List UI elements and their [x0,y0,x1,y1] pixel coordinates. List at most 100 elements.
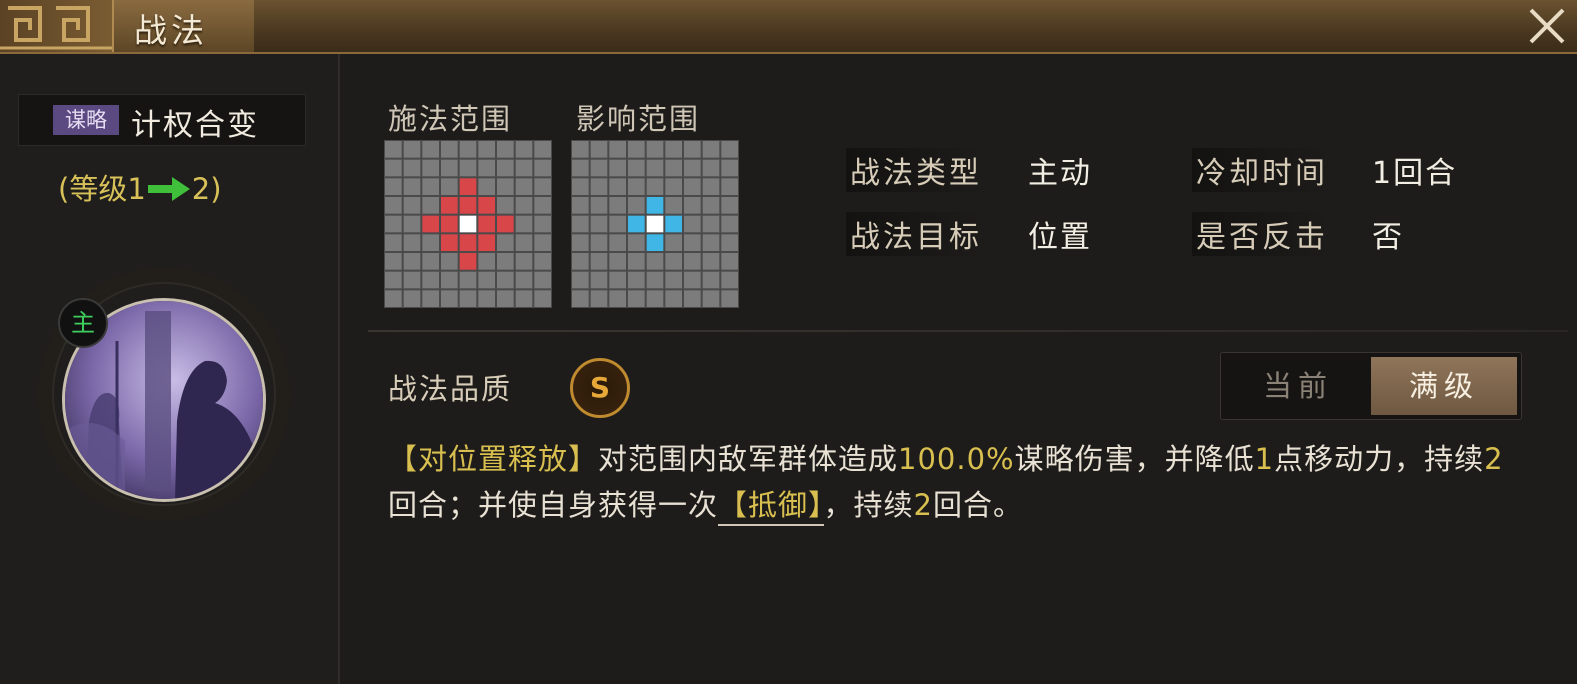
cast-range-cell [441,141,458,158]
cast-range-cell [478,271,495,289]
cast-range-cell [459,141,477,158]
close-button[interactable] [1525,4,1569,48]
effect-range-cell [665,290,682,307]
effect-range-cell [646,253,664,270]
cast-range-cell [403,234,421,251]
effect-range-cell [721,159,738,177]
effect-range-cell [684,141,701,158]
effect-range-cell [572,197,589,214]
cast-range-cell [422,141,439,158]
effect-range-cell [721,215,738,233]
effect-range-cell [702,178,720,195]
skill-type-tag: 谋略 [53,105,119,135]
desc-text: 点移动力，持续 [1274,442,1485,476]
cast-range-cell [385,197,402,214]
effect-range-cell [609,215,626,233]
cast-range-cell [478,178,495,195]
effect-range-cell [590,215,608,233]
effect-range-cell [684,234,701,251]
effect-range-cell [628,141,645,158]
cast-range-cell [534,178,551,195]
effect-range-cell [665,178,682,195]
skill-description: 【对位置释放】对范围内敌军群体造成100.0%谋略伤害，并降低1点移动力，持续2… [388,436,1518,528]
desc-duration-value: 2 [1484,442,1504,476]
effect-range-cell [665,234,682,251]
level-upgrade: (等级1 2) [58,166,222,208]
header-ornament [0,0,112,52]
cast-range-cell [534,159,551,177]
cast-range-cell [497,271,514,289]
effect-range-cell [609,159,626,177]
cast-range-cell [515,159,533,177]
buff-link[interactable]: 【抵御】 [718,488,824,526]
effect-range-cell [684,271,701,289]
effect-range-grid [571,140,739,308]
cast-range-cell [478,253,495,270]
cast-range-cell [515,215,533,233]
effect-range-cell [702,197,720,214]
cast-range-cell [515,253,533,270]
cast-range-cell [385,141,402,158]
cast-range-active-cell [459,253,477,270]
cast-range-active-cell [459,178,477,195]
cast-range-cell [515,141,533,158]
effect-range-cell [702,234,720,251]
cast-range-cell [385,159,402,177]
quality-grade-badge: S [570,358,630,418]
desc-text: 回合。 [933,488,1024,522]
effect-range-cell [572,290,589,307]
effect-range-cell [721,234,738,251]
cast-range-cell [403,253,421,270]
header-bar: 战法 [0,0,1577,54]
effect-range-cell [628,197,645,214]
effect-range-cell [609,290,626,307]
skill-target-label: 战法目标 [846,212,986,256]
cast-range-active-cell [478,234,495,251]
cast-range-cell [441,178,458,195]
cast-range-cell [534,253,551,270]
effect-range-cell [609,271,626,289]
effect-range-cell [721,253,738,270]
tab-max-level[interactable]: 满级 [1371,357,1517,415]
cast-range-cell [534,215,551,233]
cast-range-cell [534,290,551,307]
cast-range-cell [422,253,439,270]
cast-range-active-cell [441,197,458,214]
cast-range-cell [422,197,439,214]
cast-range-cell [403,197,421,214]
effect-range-cell [646,141,664,158]
effect-range-cell [609,253,626,270]
effect-range-cell [684,215,701,233]
effect-range-cell [665,159,682,177]
level-to: 2) [191,172,222,206]
effect-range-cell [609,197,626,214]
counterattack-label: 是否反击 [1192,212,1332,256]
effect-range-cell [684,197,701,214]
cast-range-active-cell [441,215,458,233]
effect-range-cell [590,253,608,270]
effect-range-cell [684,253,701,270]
effect-range-cell [721,178,738,195]
effect-range-cell [628,159,645,177]
cast-range-cell [515,197,533,214]
effect-range-cell [702,215,720,233]
effect-range-cell [702,159,720,177]
desc-damage-value: 100.0% [898,442,1015,476]
desc-text: ，持续 [823,488,914,522]
effect-range-cell [721,290,738,307]
desc-reduce-value: 1 [1254,442,1275,476]
cast-range-cell [534,141,551,158]
effect-range-cell [702,271,720,289]
cast-range-cell [497,197,514,214]
effect-range-label: 影响范围 [576,102,701,136]
effect-range-cell [646,159,664,177]
skill-name: 计权合变 [131,108,259,143]
effect-range-cell [665,197,682,214]
tab-current[interactable]: 当前 [1225,357,1371,415]
cast-range-cell [459,159,477,177]
section-divider [368,330,1568,332]
cast-range-active-cell [422,215,439,233]
cast-range-cell [497,253,514,270]
cast-range-cell [385,253,402,270]
effect-range-cell [590,159,608,177]
